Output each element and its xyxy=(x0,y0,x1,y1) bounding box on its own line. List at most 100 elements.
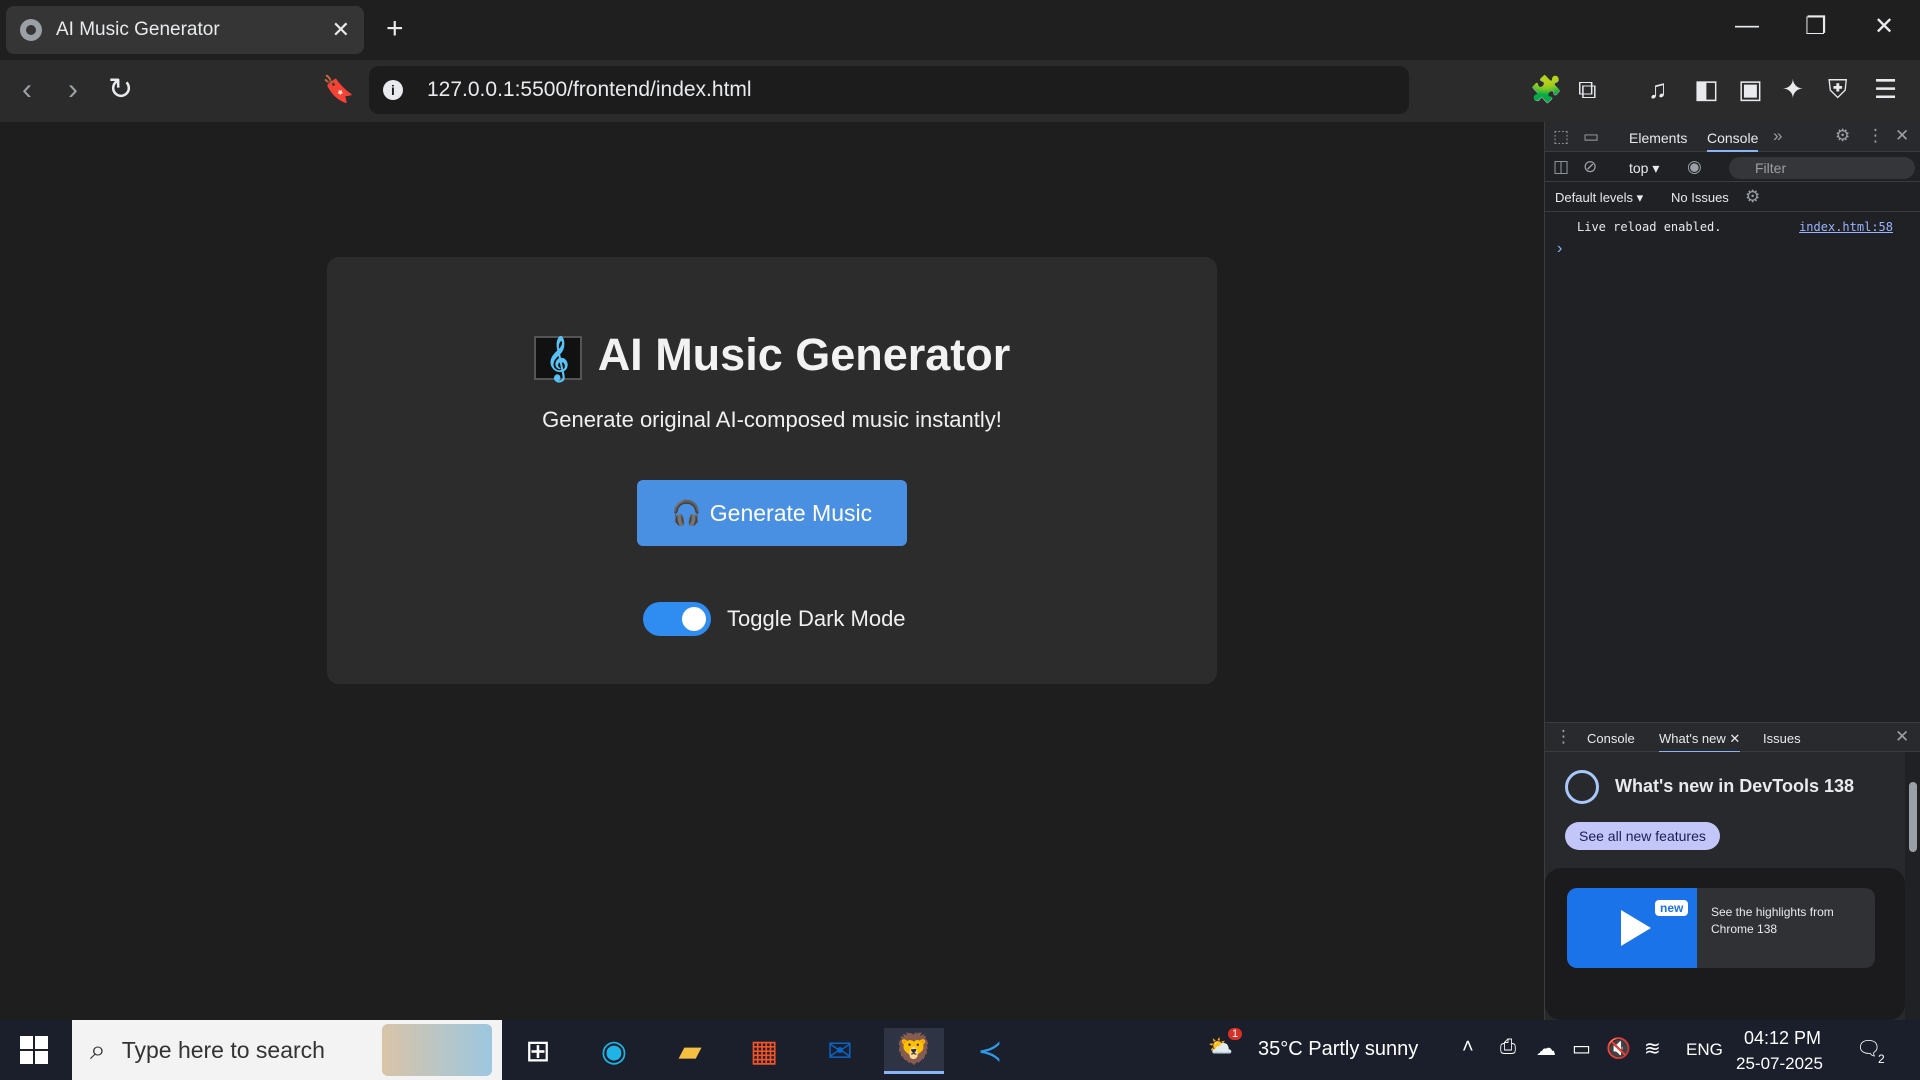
console-message-row: Live reload enabled. index.html:58 xyxy=(1545,216,1920,240)
tab-elements[interactable]: Elements xyxy=(1629,130,1687,146)
onedrive-icon[interactable]: ☁ xyxy=(1536,1036,1556,1061)
console-source-link[interactable]: index.html:58 xyxy=(1799,220,1893,234)
devtools-panel: ⬚ ▭ Elements Console » ⚙ ⋮ ✕ ◫ ⊘ top ▾ ◉… xyxy=(1544,122,1920,1020)
sidebar-icon[interactable]: ◧ xyxy=(1694,74,1719,105)
globe-icon xyxy=(20,19,42,41)
menu-icon[interactable]: ☰ xyxy=(1874,74,1897,105)
whats-new-title: What's new in DevTools 138 xyxy=(1615,776,1855,796)
outlook-icon[interactable]: ✉ xyxy=(810,1028,870,1074)
page-title: 𝄞 AI Music Generator xyxy=(327,329,1217,381)
close-tab-icon[interactable]: ✕ xyxy=(332,17,350,43)
more-tabs-icon[interactable]: » xyxy=(1773,126,1782,146)
drawer-tab-whats-new-label: What's new xyxy=(1659,731,1726,746)
address-bar[interactable]: i 127.0.0.1:5500/frontend/index.html xyxy=(369,66,1409,114)
issues-count[interactable]: No Issues xyxy=(1671,190,1729,205)
dark-mode-toggle[interactable] xyxy=(643,602,711,636)
drawer-tab-whats-new[interactable]: What's new ✕ xyxy=(1659,731,1741,753)
wallet-icon[interactable]: ▣ xyxy=(1738,74,1763,105)
microsoft-store-icon[interactable]: ▦ xyxy=(734,1028,794,1074)
headphones-icon: 🎧 xyxy=(671,499,702,527)
url-text[interactable]: 127.0.0.1:5500/frontend/index.html xyxy=(427,78,752,102)
clear-console-icon[interactable]: ⊘ xyxy=(1583,157,1597,177)
highlights-text: See the highlights from Chrome 138 xyxy=(1711,905,1834,936)
console-message: Live reload enabled. xyxy=(1577,220,1722,234)
show-hidden-icons-icon[interactable]: ˄ xyxy=(1462,1036,1474,1059)
close-devtools-icon[interactable]: ✕ xyxy=(1895,126,1909,146)
scrollbar[interactable] xyxy=(1905,752,1920,1020)
device-toolbar-icon[interactable]: ▭ xyxy=(1583,127,1599,147)
console-prompt[interactable]: › xyxy=(1557,240,1562,258)
meet-now-icon[interactable]: ⎙ xyxy=(1500,1036,1516,1059)
dark-mode-toggle-row: Toggle Dark Mode xyxy=(643,602,906,636)
eye-icon[interactable]: ◉ xyxy=(1687,157,1702,177)
new-tab-button[interactable]: + xyxy=(386,12,404,46)
filter-placeholder: Filter xyxy=(1755,160,1787,176)
bookmark-icon[interactable]: 🔖 xyxy=(322,74,354,105)
notification-count: 2 xyxy=(1878,1052,1885,1066)
subtitle: Generate original AI-composed music inst… xyxy=(542,407,1002,432)
weather-text[interactable]: 35°C Partly sunny xyxy=(1258,1038,1418,1061)
extensions-icon[interactable]: 🧩 xyxy=(1530,74,1562,105)
context-select[interactable]: top ▾ xyxy=(1629,160,1659,177)
back-button[interactable]: ‹ xyxy=(22,74,32,106)
filter-input[interactable]: Filter xyxy=(1729,157,1915,179)
vscode-icon[interactable]: ≺ xyxy=(960,1028,1020,1074)
new-badge: new xyxy=(1655,900,1689,916)
brave-browser-icon[interactable]: 🦁 xyxy=(884,1028,944,1074)
close-window-button[interactable]: ✕ xyxy=(1874,12,1894,41)
taskbar-search[interactable]: ⌕ Type here to search xyxy=(72,1020,502,1080)
media-icon[interactable]: ♫ xyxy=(1648,74,1668,105)
scrollbar-thumb[interactable] xyxy=(1909,782,1917,852)
wifi-icon[interactable]: ≋ xyxy=(1644,1036,1661,1061)
generate-music-label: Generate Music xyxy=(709,499,873,526)
weather-badge: 1 xyxy=(1228,1028,1243,1040)
sidebar-toggle-icon[interactable]: ◫ xyxy=(1553,157,1569,177)
search-icon: ⌕ xyxy=(90,1033,106,1065)
treble-clef-icon: 𝄞 xyxy=(533,336,582,381)
start-button[interactable] xyxy=(20,1036,48,1064)
battery-icon[interactable]: ▭ xyxy=(1572,1036,1591,1061)
close-tab-icon[interactable]: ✕ xyxy=(1729,731,1740,746)
file-explorer-icon[interactable]: ▰ xyxy=(660,1028,720,1074)
console-settings-icon[interactable]: ⚙ xyxy=(1745,187,1760,207)
restore-button[interactable]: ❐ xyxy=(1805,12,1827,41)
vpn-icon[interactable]: ⛨ xyxy=(1828,74,1848,106)
browser-tab[interactable]: AI Music Generator ✕ xyxy=(6,6,364,54)
tab-console[interactable]: Console xyxy=(1707,130,1759,152)
console-levels-bar: Default levels ▾ No Issues ⚙ xyxy=(1545,182,1920,212)
console-filter-bar: ◫ ⊘ top ▾ ◉ Filter xyxy=(1545,152,1920,182)
kebab-menu-icon[interactable]: ⋮ xyxy=(1867,126,1884,146)
drawer-tab-issues[interactable]: Issues xyxy=(1763,731,1801,746)
context-value: top xyxy=(1629,160,1649,176)
edge-icon[interactable]: ◉ xyxy=(584,1028,644,1074)
levels-dropdown[interactable]: Default levels ▾ xyxy=(1555,190,1643,206)
close-drawer-icon[interactable]: ✕ xyxy=(1895,727,1909,747)
highlights-card[interactable]: new See the highlights from Chrome 138 xyxy=(1567,888,1875,968)
highlights-container: new See the highlights from Chrome 138 xyxy=(1545,868,1905,1020)
forward-button[interactable]: › xyxy=(68,74,78,106)
task-view-icon[interactable]: ⊞ xyxy=(508,1028,568,1074)
leo-ai-icon[interactable]: ✦ xyxy=(1782,74,1804,105)
tab-title: AI Music Generator xyxy=(56,19,220,40)
drawer-tab-bar: ⋮ Console What's new ✕ Issues ✕ xyxy=(1545,722,1920,753)
inspect-icon[interactable]: ⬚ xyxy=(1553,127,1569,147)
see-all-features-button[interactable]: See all new features xyxy=(1565,822,1720,850)
generate-music-button[interactable]: 🎧 Generate Music xyxy=(637,480,907,546)
settings-gear-icon[interactable]: ⚙ xyxy=(1835,126,1850,146)
reload-button[interactable]: ↻ xyxy=(108,74,133,106)
clock-time[interactable]: 04:12 PM xyxy=(1744,1028,1821,1049)
app-card: 𝄞 AI Music Generator Generate original AI… xyxy=(327,257,1217,684)
minimize-button[interactable]: — xyxy=(1735,12,1759,40)
reader-mode-icon[interactable]: ⧉ xyxy=(1578,74,1597,106)
drawer-menu-icon[interactable]: ⋮ xyxy=(1555,727,1572,747)
volume-muted-icon[interactable]: 🔇 xyxy=(1606,1036,1631,1061)
clock-date[interactable]: 25-07-2025 xyxy=(1736,1054,1823,1074)
language-indicator[interactable]: ENG xyxy=(1686,1040,1723,1060)
search-highlight-image xyxy=(382,1024,492,1076)
drawer-tab-console[interactable]: Console xyxy=(1587,731,1635,746)
devtools-tab-bar: ⬚ ▭ Elements Console » ⚙ ⋮ ✕ xyxy=(1545,122,1920,152)
page-viewport: 𝄞 AI Music Generator Generate original AI… xyxy=(0,122,1544,1020)
whats-new-panel: What's new in DevTools 138 See all new f… xyxy=(1545,752,1920,1020)
site-info-icon[interactable]: i xyxy=(383,80,403,100)
taskbar: ⌕ Type here to search ⊞ ◉ ▰ ▦ ✉ 🦁 ≺ ⛅ 1 … xyxy=(0,1020,1920,1080)
